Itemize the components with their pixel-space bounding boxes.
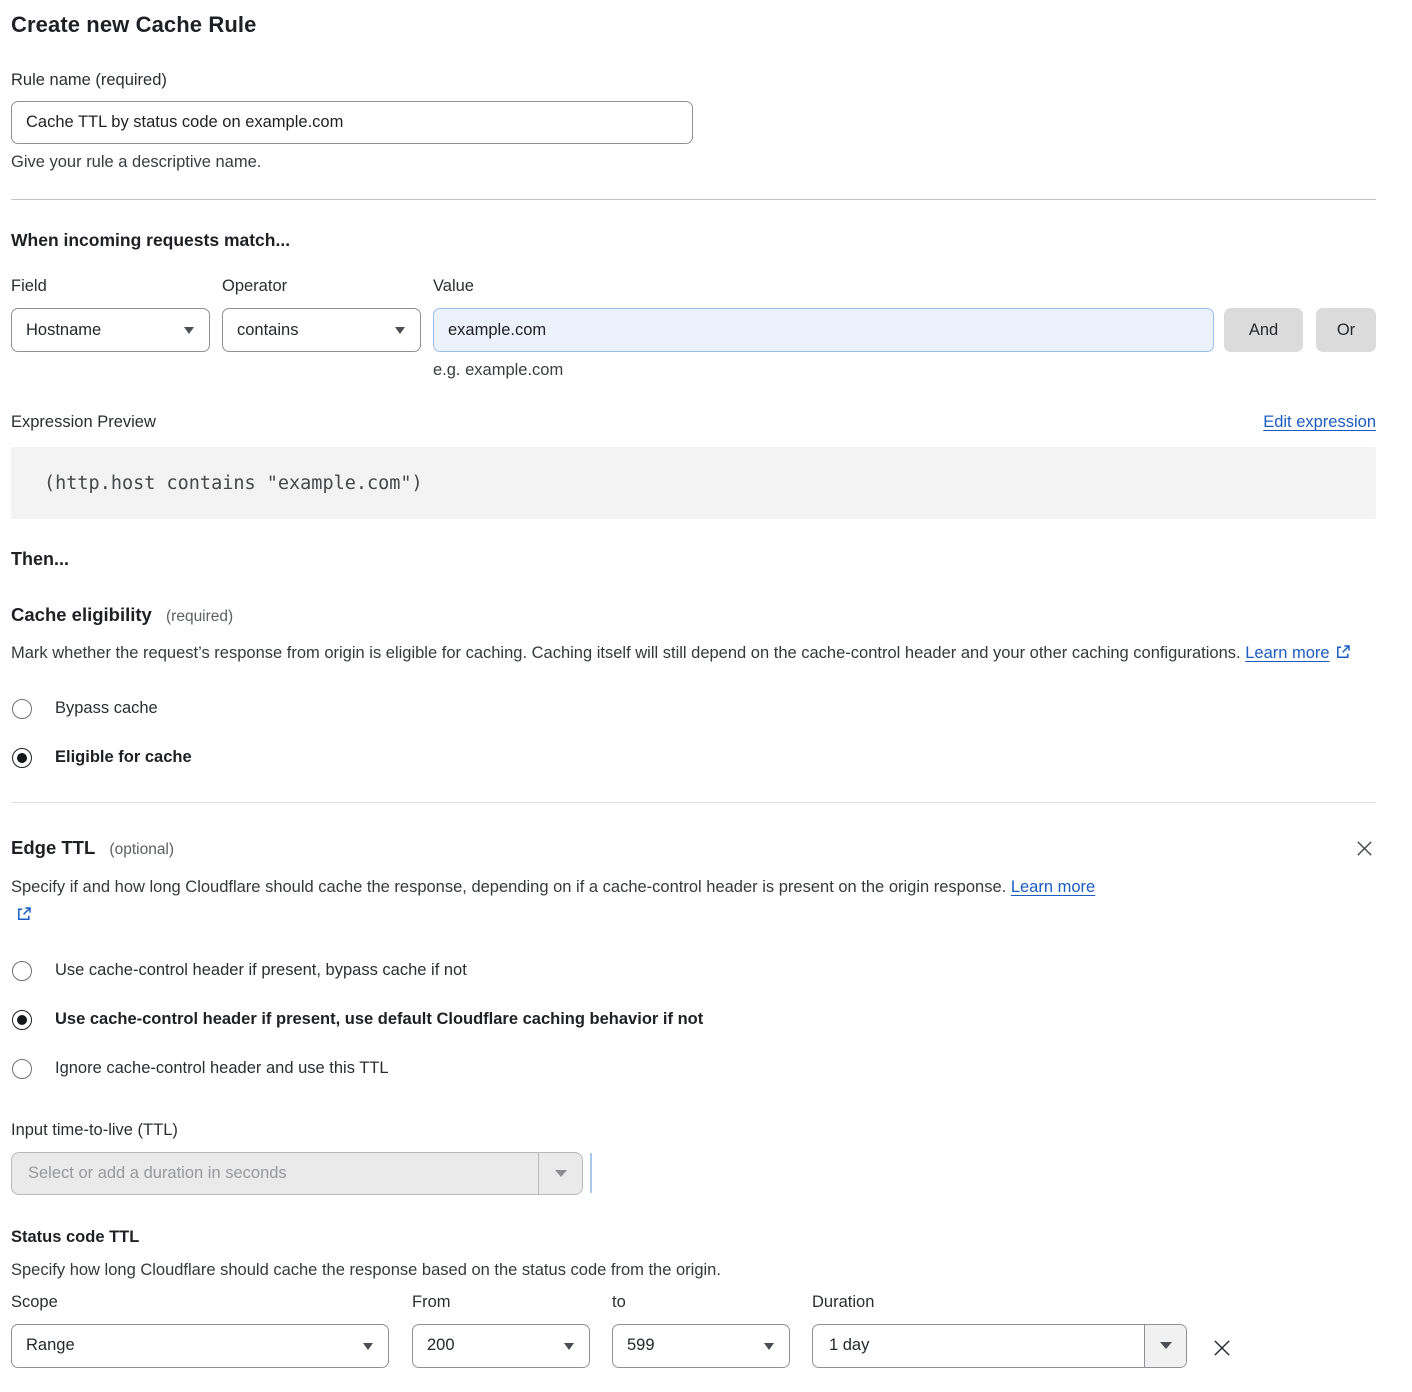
chevron-down-icon xyxy=(184,327,194,334)
to-select-value: 599 xyxy=(627,1336,655,1355)
radio-label: Eligible for cache xyxy=(55,748,192,767)
duration-select-value: 1 day xyxy=(813,1325,1144,1367)
page-title: Create new Cache Rule xyxy=(11,12,1376,38)
section-divider xyxy=(11,802,1376,803)
operator-column: Operator contains xyxy=(222,277,421,380)
edge-ttl-learn-more-link[interactable]: Learn more xyxy=(1011,878,1095,896)
rule-name-label: Rule name (required) xyxy=(11,71,1376,90)
to-select[interactable]: 599 xyxy=(612,1324,790,1368)
radio-option-use-header-default[interactable]: Use cache-control header if present, use… xyxy=(11,1010,1376,1030)
radio-button-unselected[interactable] xyxy=(12,1059,32,1079)
radio-option-bypass-cache[interactable]: Bypass cache xyxy=(11,699,1376,719)
edge-ttl-heading: Edge TTL (optional) xyxy=(11,837,174,859)
expression-preview-row: Expression Preview Edit expression xyxy=(11,413,1376,432)
ttl-duration-dropdown-button[interactable] xyxy=(538,1153,582,1194)
radio-button-selected[interactable] xyxy=(12,748,32,768)
expression-code-block: (http.host contains "example.com") xyxy=(11,447,1376,519)
radio-option-eligible-for-cache[interactable]: Eligible for cache xyxy=(11,748,1376,768)
edge-ttl-header: Edge TTL (optional) xyxy=(11,837,1376,860)
chevron-down-icon xyxy=(363,1343,373,1350)
radio-label: Use cache-control header if present, use… xyxy=(55,1010,703,1029)
edge-ttl-title: Edge TTL xyxy=(11,837,95,858)
chevron-down-icon xyxy=(1160,1342,1172,1349)
ttl-duration-placeholder: Select or add a duration in seconds xyxy=(12,1153,538,1194)
chevron-down-icon xyxy=(764,1343,774,1350)
field-select[interactable]: Hostname xyxy=(11,308,210,352)
section-divider xyxy=(11,199,1376,200)
match-condition-row: Field Hostname Operator contains Value e… xyxy=(11,277,1376,380)
radio-label: Bypass cache xyxy=(55,699,158,718)
operator-label: Operator xyxy=(222,277,421,296)
value-label: Value xyxy=(433,277,1214,296)
close-icon xyxy=(1355,846,1374,861)
radio-button-unselected[interactable] xyxy=(12,961,32,981)
expression-preview-label: Expression Preview xyxy=(11,413,156,432)
value-input[interactable] xyxy=(433,308,1214,352)
duration-column: Duration 1 day xyxy=(812,1293,1187,1368)
radio-button-selected[interactable] xyxy=(12,1010,32,1030)
edge-ttl-close-button[interactable] xyxy=(1353,837,1376,860)
chevron-down-icon xyxy=(564,1343,574,1350)
match-heading: When incoming requests match... xyxy=(11,230,1376,251)
ttl-combo-row: Select or add a duration in seconds xyxy=(11,1152,1376,1195)
condition-connectors: And Or xyxy=(1224,277,1376,380)
status-code-ttl-title: Status code TTL xyxy=(11,1228,1376,1247)
status-row-delete-wrap xyxy=(1209,1293,1235,1368)
radio-option-use-header-bypass[interactable]: Use cache-control header if present, byp… xyxy=(11,961,1376,981)
text-cursor xyxy=(590,1153,592,1193)
cache-eligibility-qualifier: (required) xyxy=(166,608,233,625)
edit-expression-link[interactable]: Edit expression xyxy=(1263,413,1376,432)
external-link-icon xyxy=(16,903,32,932)
radio-button-unselected[interactable] xyxy=(12,699,32,719)
radio-option-ignore-header[interactable]: Ignore cache-control header and use this… xyxy=(11,1059,1376,1079)
edge-ttl-description-text: Specify if and how long Cloudflare shoul… xyxy=(11,878,1006,896)
ttl-input-label: Input time-to-live (TTL) xyxy=(11,1121,1376,1140)
create-cache-rule-page: Create new Cache Rule Rule name (require… xyxy=(0,0,1412,1392)
duration-dropdown-button[interactable] xyxy=(1144,1325,1186,1367)
from-select[interactable]: 200 xyxy=(412,1324,590,1368)
field-select-value: Hostname xyxy=(26,321,101,340)
cache-eligibility-description-text: Mark whether the request’s response from… xyxy=(11,644,1241,662)
from-column: From 200 xyxy=(412,1293,590,1368)
to-column: to 599 xyxy=(612,1293,790,1368)
cache-eligibility-description: Mark whether the request’s response from… xyxy=(11,639,1356,670)
ttl-duration-select[interactable]: Select or add a duration in seconds xyxy=(11,1152,583,1195)
duration-select[interactable]: 1 day xyxy=(812,1324,1187,1368)
cache-eligibility-learn-more-link[interactable]: Learn more xyxy=(1245,644,1329,662)
field-label: Field xyxy=(11,277,210,296)
value-column: Value e.g. example.com xyxy=(433,277,1214,380)
from-select-value: 200 xyxy=(427,1336,455,1355)
expression-code: (http.host contains "example.com") xyxy=(44,473,423,494)
scope-select[interactable]: Range xyxy=(11,1324,389,1368)
scope-column: Scope Range xyxy=(11,1293,389,1368)
rule-name-input[interactable] xyxy=(11,101,693,144)
then-heading: Then... xyxy=(11,549,1376,570)
to-label: to xyxy=(612,1293,790,1312)
delete-status-row-button[interactable] xyxy=(1209,1335,1235,1361)
scope-select-value: Range xyxy=(26,1336,75,1355)
or-button[interactable]: Or xyxy=(1316,308,1376,352)
status-code-ttl-row: Scope Range From 200 to 599 Duration 1 d… xyxy=(11,1293,1376,1368)
operator-select[interactable]: contains xyxy=(222,308,421,352)
delete-icon xyxy=(1211,1347,1233,1362)
field-column: Field Hostname xyxy=(11,277,210,380)
radio-label: Use cache-control header if present, byp… xyxy=(55,961,467,980)
status-code-ttl-description: Specify how long Cloudflare should cache… xyxy=(11,1261,1376,1280)
external-link-icon xyxy=(1335,641,1351,670)
and-button[interactable]: And xyxy=(1224,308,1303,352)
edge-ttl-qualifier: (optional) xyxy=(109,841,174,858)
cache-eligibility-title: Cache eligibility xyxy=(11,604,152,625)
duration-label: Duration xyxy=(812,1293,1187,1312)
chevron-down-icon xyxy=(395,327,405,334)
operator-select-value: contains xyxy=(237,321,298,340)
chevron-down-icon xyxy=(555,1170,567,1177)
radio-label: Ignore cache-control header and use this… xyxy=(55,1059,389,1078)
rule-name-help: Give your rule a descriptive name. xyxy=(11,153,1376,172)
value-help: e.g. example.com xyxy=(433,361,1214,380)
scope-label: Scope xyxy=(11,1293,389,1312)
edge-ttl-description: Specify if and how long Cloudflare shoul… xyxy=(11,873,1116,932)
from-label: From xyxy=(412,1293,590,1312)
cache-eligibility-heading: Cache eligibility (required) xyxy=(11,604,1376,626)
